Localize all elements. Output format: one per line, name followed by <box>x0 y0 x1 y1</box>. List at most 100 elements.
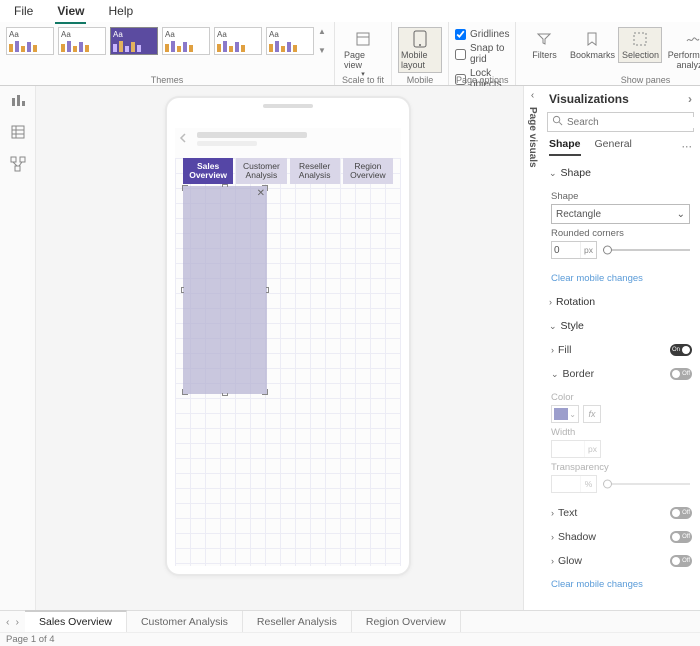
text-toggle[interactable]: Off <box>670 507 692 519</box>
chevron-down-icon: ⌄ <box>549 168 557 179</box>
bookmarks-button[interactable]: Bookmarks <box>570 27 614 63</box>
border-transparency-slider[interactable] <box>603 479 690 489</box>
sheet-next-icon[interactable]: › <box>16 616 20 628</box>
sheet-tab-reseller[interactable]: Reseller Analysis <box>243 611 352 632</box>
fill-toggle[interactable]: On <box>670 344 692 356</box>
resize-handle[interactable] <box>222 393 228 396</box>
phone-tab-customer[interactable]: Customer Analysis <box>236 158 286 184</box>
page-view-label: Page view <box>344 50 382 70</box>
theme-gallery-scroll[interactable]: ▲▼ <box>318 27 328 55</box>
clear-mobile-changes-link-2[interactable]: Clear mobile changes <box>541 573 700 596</box>
shape-dropdown[interactable]: Rectangle⌄ <box>551 204 690 224</box>
data-view-icon[interactable] <box>10 124 26 140</box>
border-transparency-input[interactable]: % <box>551 475 597 493</box>
shadow-toggle[interactable]: Off <box>670 531 692 543</box>
section-shadow[interactable]: ›ShadowOff <box>541 525 700 549</box>
section-fill[interactable]: ›FillOn <box>541 338 700 362</box>
theme-thumb-6[interactable]: Aa <box>266 27 314 55</box>
resize-handle[interactable] <box>182 185 188 191</box>
resize-handle[interactable] <box>262 185 268 191</box>
border-toggle[interactable]: Off <box>670 368 692 380</box>
chevron-right-icon: › <box>551 532 554 542</box>
resize-handle[interactable] <box>222 184 228 187</box>
phone-notch <box>263 104 313 108</box>
phone-tab-reseller[interactable]: Reseller Analysis <box>290 158 340 184</box>
border-color-picker[interactable]: ⌄ <box>551 405 579 423</box>
resize-handle[interactable] <box>181 287 184 293</box>
sheet-tab-region[interactable]: Region Overview <box>352 611 461 632</box>
theme-thumb-3[interactable]: Aa <box>110 27 158 55</box>
section-rotation[interactable]: ›Rotation <box>541 290 700 314</box>
chevron-right-icon: › <box>551 345 554 355</box>
phone-tab-sales[interactable]: Sales Overview <box>183 158 233 184</box>
phone-screen[interactable]: Sales Overview Customer Analysis Reselle… <box>175 128 401 566</box>
themes-group-label: Themes <box>151 75 184 85</box>
glow-toggle[interactable]: Off <box>670 555 692 567</box>
filters-button[interactable]: Filters <box>522 27 566 63</box>
performance-icon <box>684 30 700 48</box>
clear-mobile-changes-link[interactable]: Clear mobile changes <box>541 267 700 290</box>
tab-general[interactable]: General <box>595 138 632 156</box>
rounded-corners-slider[interactable] <box>603 245 690 255</box>
model-view-icon[interactable] <box>10 156 26 172</box>
visualizations-title: Visualizations <box>549 92 629 106</box>
sheet-tab-customer[interactable]: Customer Analysis <box>127 611 243 632</box>
page-options-group-label: Page options <box>456 75 509 85</box>
gridlines-checkbox[interactable]: Gridlines <box>455 29 509 40</box>
report-view-icon[interactable] <box>10 92 26 108</box>
section-glow[interactable]: ›GlowOff <box>541 549 700 573</box>
tab-shape[interactable]: Shape <box>549 138 581 156</box>
search-input[interactable] <box>547 112 694 132</box>
theme-thumb-4[interactable]: Aa <box>162 27 210 55</box>
sheet-nav: ‹ › <box>0 611 25 632</box>
border-color-fx-button[interactable]: fx <box>583 405 601 423</box>
canvas-area: Sales Overview Customer Analysis Reselle… <box>36 86 540 610</box>
more-options-icon[interactable]: ⋯ <box>682 141 693 153</box>
chevron-down-icon: ⌄ <box>677 209 685 220</box>
snap-to-grid-checkbox[interactable]: Snap to grid <box>455 43 509 65</box>
section-border[interactable]: ⌄BorderOff <box>541 362 700 386</box>
chevron-down-icon: ⌄ <box>549 321 557 332</box>
filters-icon <box>535 30 553 48</box>
page-view-button[interactable]: Page view ▾ <box>341 27 385 81</box>
border-transparency-label: Transparency <box>551 462 690 473</box>
search-icon <box>552 115 563 129</box>
resize-handle[interactable] <box>262 389 268 395</box>
mobile-layout-icon <box>411 30 429 48</box>
placed-visual-selected[interactable]: ✕ <box>183 186 267 394</box>
shape-dropdown-label: Shape <box>551 191 690 202</box>
section-text[interactable]: ›TextOff <box>541 501 700 525</box>
section-style[interactable]: ⌄Style <box>541 314 700 338</box>
chevron-right-icon: › <box>551 508 554 518</box>
theme-thumb-2[interactable]: Aa <box>58 27 106 55</box>
chevron-down-icon: ⌄ <box>551 369 559 380</box>
left-nav-rail <box>0 86 36 610</box>
page-count-status: Page 1 of 4 <box>6 634 55 645</box>
menu-view[interactable]: View <box>55 2 86 24</box>
section-shape[interactable]: ⌄Shape <box>541 161 700 185</box>
scale-group-label: Scale to fit <box>342 75 384 85</box>
menu-file[interactable]: File <box>12 2 35 24</box>
expand-pane-icon[interactable]: › <box>688 92 692 106</box>
theme-thumb-1[interactable]: Aa <box>6 27 54 55</box>
sheet-tab-sales[interactable]: Sales Overview <box>25 610 127 632</box>
theme-thumb-5[interactable]: Aa <box>214 27 262 55</box>
rounded-corners-input[interactable]: 0px <box>551 241 597 259</box>
performance-analyzer-button[interactable]: Performance analyzer <box>666 27 700 73</box>
menu-help[interactable]: Help <box>106 2 135 24</box>
back-icon[interactable] <box>177 132 191 146</box>
phone-tab-region[interactable]: Region Overview <box>343 158 393 184</box>
expand-page-visuals-icon[interactable]: ‹ <box>531 90 534 101</box>
resize-handle[interactable] <box>266 287 269 293</box>
selection-button[interactable]: Selection <box>618 27 662 63</box>
border-color-label: Color <box>551 392 690 403</box>
page-view-icon <box>354 30 372 48</box>
border-width-input[interactable]: px <box>551 440 601 458</box>
chevron-down-icon: ⌄ <box>569 410 576 419</box>
resize-handle[interactable] <box>182 389 188 395</box>
status-bar: Page 1 of 4 <box>0 632 700 646</box>
chevron-right-icon: › <box>549 297 552 307</box>
phone-tabs: Sales Overview Customer Analysis Reselle… <box>183 158 393 184</box>
sheet-prev-icon[interactable]: ‹ <box>6 616 10 628</box>
mobile-layout-button[interactable]: Mobile layout <box>398 27 442 73</box>
